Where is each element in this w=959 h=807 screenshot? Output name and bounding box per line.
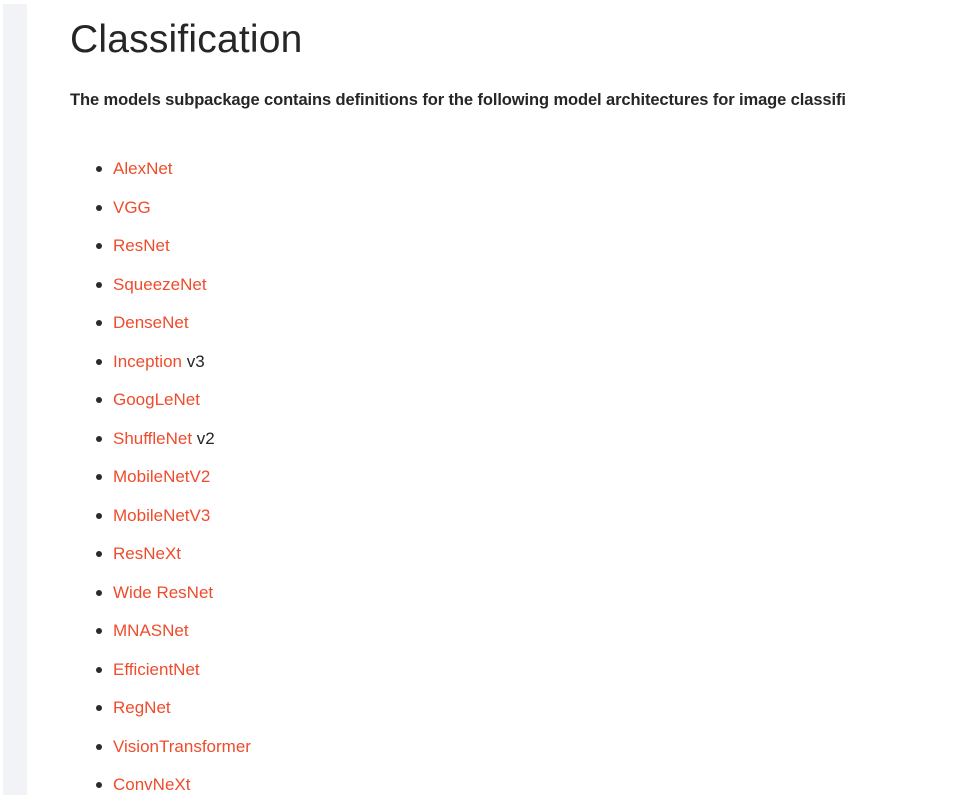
bullet-dot-icon (96, 512, 102, 519)
model-version-suffix: v3 (182, 351, 205, 371)
model-link[interactable]: ResNeXt (113, 544, 181, 563)
list-item: EfficientNet (70, 651, 251, 690)
list-item: VGG (70, 189, 251, 228)
list-item: MNASNet (70, 612, 251, 651)
model-link[interactable]: VisionTransformer (113, 737, 251, 756)
list-item: Inception v3 (70, 343, 251, 382)
bullet-dot-icon (96, 628, 102, 635)
model-link[interactable]: MNASNet (113, 621, 189, 640)
model-architecture-list: AlexNet VGG ResNet SqueezeNet DenseNet Incept… (70, 150, 251, 805)
model-link[interactable]: ConvNeXt (113, 775, 190, 794)
sidebar-rail (3, 4, 27, 795)
list-item: MobileNetV2 (70, 458, 251, 497)
list-item: RegNet (70, 689, 251, 728)
bullet-dot-icon (96, 589, 102, 596)
model-link[interactable]: ResNet (113, 236, 170, 255)
bullet-dot-icon (96, 320, 102, 327)
model-link[interactable]: Inception (113, 352, 182, 371)
model-link[interactable]: ShuffleNet (113, 429, 192, 448)
bullet-dot-icon (96, 551, 102, 558)
list-item: ResNet (70, 227, 251, 266)
bullet-dot-icon (96, 166, 102, 173)
model-link[interactable]: VGG (113, 198, 151, 217)
model-link[interactable]: EfficientNet (113, 660, 200, 679)
model-version-suffix: v2 (192, 428, 215, 448)
list-item: VisionTransformer (70, 728, 251, 767)
bullet-dot-icon (96, 666, 102, 673)
page-title: Classification (70, 18, 303, 61)
model-link[interactable]: MobileNetV2 (113, 467, 210, 486)
list-item: GoogLeNet (70, 381, 251, 420)
model-link[interactable]: GoogLeNet (113, 390, 200, 409)
bullet-dot-icon (96, 743, 102, 750)
model-link[interactable]: Wide ResNet (113, 583, 213, 602)
model-link[interactable]: DenseNet (113, 313, 189, 332)
list-item: ConvNeXt (70, 766, 251, 805)
bullet-dot-icon (96, 705, 102, 712)
bullet-dot-icon (96, 474, 102, 481)
bullet-dot-icon (96, 358, 102, 365)
list-item: Wide ResNet (70, 574, 251, 613)
list-item: MobileNetV3 (70, 497, 251, 536)
model-link[interactable]: RegNet (113, 698, 171, 717)
intro-paragraph: The models subpackage contains definitio… (70, 91, 846, 109)
bullet-dot-icon (96, 397, 102, 404)
list-item: ResNeXt (70, 535, 251, 574)
list-item: DenseNet (70, 304, 251, 343)
bullet-dot-icon (96, 243, 102, 250)
model-link[interactable]: MobileNetV3 (113, 506, 210, 525)
document-content: Classification The models subpackage con… (70, 0, 959, 807)
bullet-dot-icon (96, 281, 102, 288)
model-link[interactable]: AlexNet (113, 159, 173, 178)
model-link[interactable]: SqueezeNet (113, 275, 207, 294)
list-item: ShuffleNet v2 (70, 420, 251, 459)
bullet-dot-icon (96, 204, 102, 211)
list-item: SqueezeNet (70, 266, 251, 305)
bullet-dot-icon (96, 782, 102, 789)
list-item: AlexNet (70, 150, 251, 189)
bullet-dot-icon (96, 435, 102, 442)
